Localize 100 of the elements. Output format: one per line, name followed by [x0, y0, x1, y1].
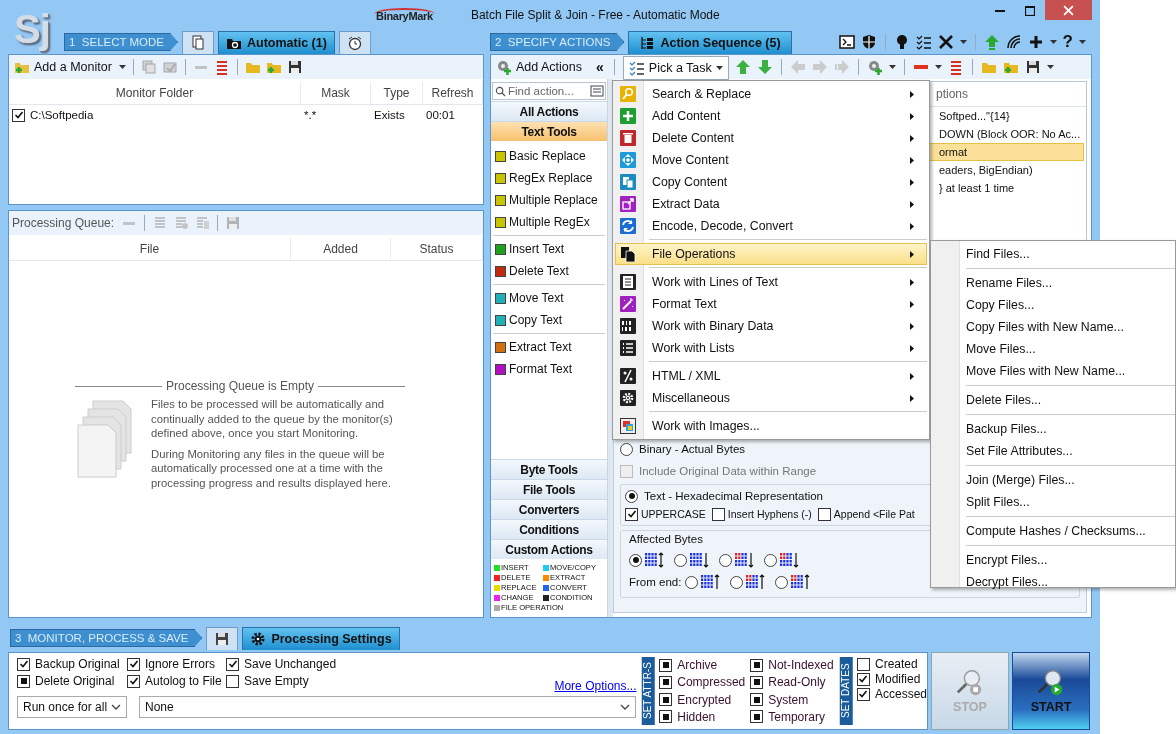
menu-item[interactable]: Miscellaneous — [615, 387, 927, 409]
column-header[interactable]: Status — [391, 238, 483, 260]
radio-button[interactable] — [685, 575, 699, 589]
radio-button[interactable] — [764, 553, 777, 567]
menu-item[interactable]: Rename Files... — [966, 272, 1175, 294]
help-icon[interactable]: ? — [1062, 33, 1073, 51]
command-dropdown[interactable]: None — [139, 696, 637, 718]
checkbox[interactable] — [857, 657, 870, 671]
checkbox[interactable] — [750, 693, 764, 707]
radio-button[interactable] — [625, 489, 638, 503]
tool-item[interactable]: Format Text — [509, 362, 573, 376]
checkbox[interactable] — [817, 507, 831, 521]
terminal-icon[interactable] — [838, 34, 855, 50]
menu-item[interactable]: Join (Merge) Files... — [966, 469, 1175, 491]
checkbox[interactable] — [625, 507, 638, 521]
signal-icon[interactable] — [1005, 34, 1022, 50]
tool-item[interactable]: Basic Replace — [509, 149, 586, 163]
checkbox[interactable] — [711, 507, 725, 521]
menu-item[interactable]: File Operations — [615, 243, 927, 265]
checkbox[interactable] — [750, 710, 764, 724]
menu-item[interactable]: Encode, Decode, Convert — [615, 215, 927, 237]
column-header[interactable]: Type — [371, 82, 423, 104]
menu-item[interactable]: Copy Files... — [966, 294, 1175, 316]
checkbox[interactable] — [127, 674, 140, 688]
checkbox[interactable] — [750, 658, 764, 672]
floppy-icon[interactable] — [1024, 59, 1041, 75]
menu-item[interactable]: Search & Replace — [615, 83, 927, 105]
menu-item[interactable]: HTML / XML — [615, 365, 927, 387]
caret-icon[interactable] — [118, 65, 126, 69]
menu-item[interactable]: Work with Images... — [615, 415, 927, 437]
menu-item[interactable]: Work with Lines of Text — [615, 271, 927, 293]
checkbox[interactable] — [857, 687, 870, 701]
radio-button[interactable] — [730, 575, 744, 589]
tool-item[interactable]: Insert Text — [509, 242, 565, 256]
tool-item[interactable]: Multiple Replace — [509, 193, 598, 207]
caret-icon[interactable] — [1046, 65, 1054, 69]
shield-icon[interactable] — [860, 34, 877, 50]
menu-item[interactable]: Find Files... — [966, 243, 1175, 265]
radio-button[interactable] — [775, 575, 789, 589]
search-field[interactable]: Find action... — [492, 82, 606, 100]
run-mode-dropdown[interactable]: Run once for all — [17, 696, 127, 718]
column-header[interactable]: ptions — [936, 87, 969, 101]
category-header[interactable]: All Actions — [491, 101, 607, 121]
checkbox[interactable] — [17, 674, 30, 688]
column-header[interactable]: Refresh — [423, 82, 483, 104]
caret-icon[interactable] — [934, 65, 942, 69]
checkbox[interactable] — [659, 658, 673, 672]
menu-item[interactable]: Copy Content — [615, 171, 927, 193]
menu-item[interactable]: Work with Binary Data — [615, 315, 927, 337]
category-header[interactable]: Conditions — [491, 519, 607, 539]
tool-item[interactable]: RegEx Replace — [509, 171, 593, 185]
menu-item[interactable]: Compute Hashes / Checksums... — [966, 520, 1175, 542]
menu-item[interactable]: Delete Content — [615, 127, 927, 149]
checkbox[interactable] — [659, 710, 673, 724]
checkbox[interactable] — [659, 675, 673, 689]
close-button[interactable] — [1045, 0, 1092, 20]
tool-item[interactable]: Extract Text — [509, 340, 572, 354]
menu-item[interactable]: Backup Files... — [966, 418, 1175, 440]
tool-item[interactable]: Multiple RegEx — [509, 215, 590, 229]
caret-icon[interactable] — [1079, 40, 1086, 44]
column-header[interactable]: Mask — [301, 82, 371, 104]
radio-button[interactable] — [719, 553, 732, 567]
menu-item[interactable]: Move Files with New Name... — [966, 360, 1175, 382]
floppy-icon[interactable] — [286, 59, 303, 75]
plus-icon[interactable] — [1027, 34, 1044, 50]
checkbox[interactable] — [226, 657, 239, 671]
radio-button[interactable] — [620, 442, 633, 456]
mode-tab[interactable]: Automatic (1) — [218, 31, 335, 54]
clear-search-icon[interactable] — [590, 85, 604, 97]
menu-item[interactable]: Add Content — [615, 105, 927, 127]
caret-icon[interactable] — [1049, 40, 1057, 44]
mode-icon-tab[interactable] — [338, 31, 371, 54]
tool-item[interactable]: Move Text — [509, 291, 564, 305]
checklist-icon[interactable] — [915, 34, 932, 50]
menu-item[interactable]: Work with Lists — [615, 337, 927, 359]
checkbox[interactable] — [12, 108, 25, 122]
pick-task-button[interactable]: Pick a Task — [622, 56, 729, 80]
menu-item[interactable]: Decrypt Files... — [966, 571, 1175, 593]
menu-item[interactable]: Extract Data — [615, 193, 927, 215]
category-header[interactable]: Custom Actions — [491, 539, 607, 559]
more-options-link[interactable]: More Options... — [554, 679, 637, 693]
menu-item[interactable]: Format Text — [615, 293, 927, 315]
gear-add-icon[interactable] — [866, 59, 883, 75]
menu-item[interactable]: Set File Attributes... — [966, 440, 1175, 462]
start-button[interactable]: START — [1012, 652, 1090, 730]
tools-icon[interactable] — [937, 34, 954, 50]
menu-item[interactable]: Split Files... — [966, 491, 1175, 513]
tool-item[interactable]: Copy Text — [509, 313, 563, 327]
column-header[interactable]: File — [9, 238, 291, 260]
checkbox[interactable] — [127, 657, 140, 671]
collapse-button[interactable]: « — [594, 56, 606, 78]
checkbox[interactable] — [857, 672, 870, 686]
save-tab[interactable] — [206, 627, 239, 650]
caret-icon[interactable] — [959, 40, 967, 44]
add-monitor-button[interactable]: Add a Monitor — [12, 56, 114, 78]
menu-item[interactable]: Move Files... — [966, 338, 1175, 360]
category-header[interactable]: Byte Tools — [491, 459, 607, 479]
settings-tab[interactable]: Processing Settings — [242, 627, 400, 650]
checkbox[interactable] — [17, 657, 30, 671]
column-header[interactable]: Monitor Folder — [9, 82, 301, 104]
